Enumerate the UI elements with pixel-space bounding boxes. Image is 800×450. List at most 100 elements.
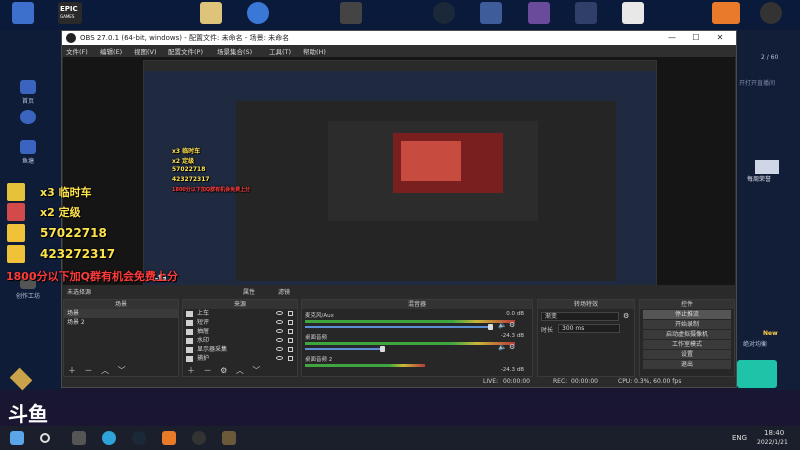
steam-icon[interactable] — [132, 431, 146, 445]
source-item[interactable]: 水印 — [183, 336, 297, 345]
sidebar-item-fish[interactable]: 鱼塘 — [8, 140, 48, 165]
transition-gear-icon[interactable]: ⚙ — [623, 312, 629, 320]
mixer-header: 混音器 — [302, 300, 532, 309]
gear-icon[interactable]: ⚙ — [509, 321, 515, 329]
obs-icon[interactable] — [760, 2, 782, 24]
file-icon[interactable] — [622, 2, 644, 24]
search-icon[interactable] — [40, 433, 50, 443]
folder-icon[interactable] — [200, 2, 222, 24]
edge-icon[interactable] — [102, 431, 116, 445]
game-icon[interactable] — [480, 2, 502, 24]
lock-icon[interactable] — [288, 329, 293, 334]
lock-icon[interactable] — [288, 347, 293, 352]
source-settings-icon[interactable]: ⚙ — [220, 366, 227, 375]
move-up-button[interactable]: ︿ — [101, 366, 109, 375]
no-source-label: 未选择源 — [67, 289, 92, 296]
studio-mode-button[interactable]: 工作室模式 — [643, 340, 731, 349]
sidebar-item-home[interactable]: 首页 — [8, 80, 48, 105]
drive-icon[interactable] — [340, 2, 362, 24]
close-button[interactable]: ✕ — [710, 32, 730, 44]
windows-start-icon[interactable] — [10, 431, 24, 445]
start-recording-button[interactable]: 开始录制 — [643, 320, 731, 329]
game2-icon[interactable] — [222, 431, 236, 445]
volume-fader[interactable] — [305, 326, 490, 328]
source-item[interactable]: 抽屉 — [183, 327, 297, 336]
exit-button[interactable]: 退出 — [643, 360, 731, 369]
eye-icon[interactable] — [276, 320, 283, 324]
home-icon — [20, 80, 36, 94]
live-time: 00:00:00 — [503, 378, 530, 385]
menu-scene-collection[interactable]: 场景集合(S) — [217, 46, 252, 56]
mute-icon[interactable]: 🔈 — [498, 343, 507, 351]
clock-date[interactable]: 2022/1/21 — [757, 439, 788, 446]
epic-games-icon[interactable]: EPIC GAMES — [58, 2, 82, 24]
menu-help[interactable]: 帮助(H) — [303, 46, 326, 56]
mute-icon[interactable]: 🔈 — [498, 321, 507, 329]
lang-indicator[interactable]: ENG — [732, 434, 747, 442]
gear-icon[interactable]: ⚙ — [509, 343, 515, 351]
transitions-header: 转场特效 — [538, 300, 634, 309]
fader-knob[interactable] — [380, 346, 385, 352]
add-scene-button[interactable]: ＋ — [68, 366, 76, 375]
menu-edit[interactable]: 编辑(E) — [100, 46, 122, 56]
source-item[interactable]: 短评 — [183, 318, 297, 327]
lock-icon[interactable] — [288, 356, 293, 361]
fader-knob[interactable] — [488, 324, 493, 330]
game3-icon[interactable] — [575, 2, 597, 24]
source-item[interactable]: 捕护 — [183, 354, 297, 363]
mixer-channel-name: 桌面音频 — [305, 335, 328, 341]
stream-sidebar-right: 2 / 60 开打开直播间 每周荣誉 New 绝对均衡 — [737, 30, 800, 390]
menu-file[interactable]: 文件(F) — [66, 46, 88, 56]
duration-field[interactable]: 300 ms — [558, 324, 620, 333]
eye-icon[interactable] — [276, 338, 283, 342]
green-button[interactable] — [737, 360, 777, 388]
game-icon[interactable] — [162, 431, 176, 445]
lock-icon[interactable] — [288, 320, 293, 325]
menu-view[interactable]: 视图(V) — [134, 46, 157, 56]
maximize-button[interactable]: ☐ — [686, 32, 706, 44]
game4-icon[interactable] — [712, 2, 740, 24]
eye-icon[interactable] — [276, 329, 283, 333]
menu-profile[interactable]: 配置文件(P) — [168, 46, 203, 56]
move-down-button[interactable]: ﹀ — [118, 366, 126, 375]
obs-preview[interactable]: x3 临时车 x2 定级 57022718 423272317 1800分以下加… — [63, 57, 735, 286]
task-view-icon[interactable] — [72, 431, 86, 445]
steam-icon[interactable] — [433, 2, 455, 24]
scene-item[interactable]: 场景 2 — [64, 318, 178, 327]
settings-button[interactable]: 设置 — [643, 350, 731, 359]
lock-icon[interactable] — [288, 311, 293, 316]
remove-scene-button[interactable]: － — [85, 366, 93, 375]
filters-button[interactable]: 滤镜 — [278, 287, 290, 296]
computer-icon[interactable] — [12, 2, 34, 24]
stop-stream-button[interactable]: 停止推流 — [643, 310, 731, 319]
game2-icon[interactable] — [528, 2, 550, 24]
app-icon[interactable] — [247, 2, 269, 24]
properties-button[interactable]: 属性 — [243, 287, 255, 296]
duration-label: 时长 — [541, 327, 554, 334]
obs-icon[interactable] — [192, 431, 206, 445]
move-up-button[interactable]: ︿ — [236, 366, 244, 375]
scene-item[interactable]: 场景 — [64, 309, 178, 318]
clock-time[interactable]: 18:40 — [764, 429, 784, 437]
virtual-camera-button[interactable]: 启动虚拟摄像机 — [643, 330, 731, 339]
fish-icon — [20, 140, 36, 154]
penguin-icon — [7, 224, 25, 242]
remove-source-button[interactable]: － — [204, 366, 212, 375]
eye-icon[interactable] — [276, 356, 283, 360]
source-item[interactable]: 显示器采集 — [183, 345, 297, 354]
page-indicator: 2 / 60 — [761, 54, 779, 61]
transition-select[interactable]: 渐变 — [541, 312, 619, 321]
weekly-honor-icon[interactable] — [755, 160, 779, 174]
source-item[interactable]: 上车 — [183, 309, 297, 318]
minimize-button[interactable]: — — [662, 32, 682, 44]
volume-fader[interactable] — [305, 348, 383, 350]
eye-icon[interactable] — [276, 311, 283, 315]
sidebar-item-discover[interactable] — [8, 110, 48, 124]
add-source-button[interactable]: ＋ — [187, 366, 195, 375]
mixer-channel-db: -24.3 dB — [500, 333, 524, 339]
move-down-button[interactable]: ﹀ — [252, 366, 260, 375]
discover-icon — [20, 110, 36, 124]
eye-icon[interactable] — [276, 347, 283, 351]
menu-tools[interactable]: 工具(T) — [269, 46, 291, 56]
lock-icon[interactable] — [288, 338, 293, 343]
